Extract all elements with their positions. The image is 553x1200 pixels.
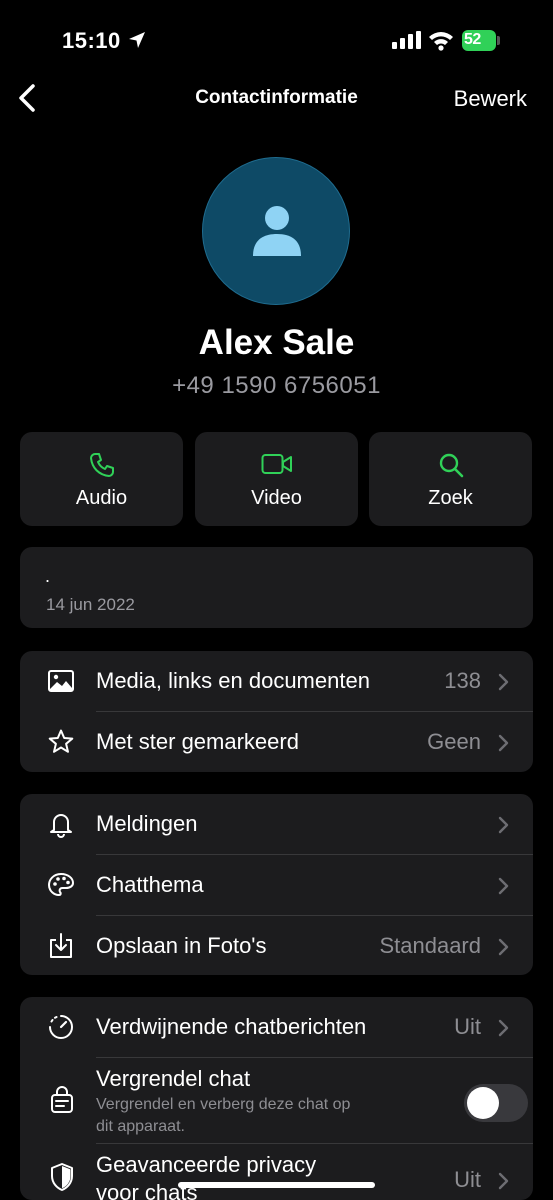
shield-icon xyxy=(51,1163,73,1191)
search-button[interactable]: Zoek xyxy=(369,432,532,526)
star-icon xyxy=(48,729,74,753)
media-count: 138 xyxy=(444,668,481,693)
about-date: 14 jun 2022 xyxy=(46,595,135,614)
about-card[interactable] xyxy=(20,547,533,628)
divider xyxy=(96,1143,533,1144)
edit-button[interactable]: Bewerk xyxy=(454,86,527,112)
about-text: . xyxy=(45,566,51,586)
media-links-docs-row[interactable]: Media, links en documenten 138 xyxy=(20,651,533,711)
lock-chat-subtitle-2: dit apparaat. xyxy=(96,1118,185,1135)
cellular-signal-icon xyxy=(392,31,421,49)
chevron-right-icon xyxy=(498,877,509,895)
wifi-icon xyxy=(429,32,453,51)
bell-icon xyxy=(50,814,72,838)
chevron-right-icon xyxy=(498,1019,509,1037)
person-icon xyxy=(253,206,301,256)
starred-row[interactable]: Met ster gemarkeerd Geen xyxy=(20,712,533,772)
search-label: Zoek xyxy=(428,487,473,509)
chevron-right-icon xyxy=(498,816,509,834)
media-label: Media, links en documenten xyxy=(96,668,370,693)
home-indicator[interactable] xyxy=(178,1182,375,1188)
chevron-right-icon xyxy=(498,734,509,752)
palette-icon xyxy=(47,872,75,897)
chevron-right-icon xyxy=(498,673,509,691)
starred-value: Geen xyxy=(427,729,481,754)
advanced-privacy-value: Uit xyxy=(454,1167,481,1192)
media-group: Media, links en documenten 138 Met ster … xyxy=(20,651,533,772)
video-icon xyxy=(261,454,292,474)
video-call-button[interactable]: Video xyxy=(195,432,358,526)
notifications-row[interactable]: Meldingen xyxy=(20,794,533,854)
video-label: Video xyxy=(251,487,302,509)
save-to-photos-value: Standaard xyxy=(379,933,481,958)
chat-theme-label: Chatthema xyxy=(96,872,204,897)
audio-call-button[interactable]: Audio xyxy=(20,432,183,526)
chevron-right-icon xyxy=(498,1172,509,1190)
settings-group: Meldingen Chatthema Opslaan in Foto's St… xyxy=(20,794,533,975)
audio-label: Audio xyxy=(75,487,128,509)
starred-label: Met ster gemarkeerd xyxy=(96,729,299,754)
save-icon xyxy=(50,933,72,958)
phone-icon xyxy=(89,453,114,477)
status-time: 15:10 xyxy=(62,28,121,53)
battery-indicator: 52 xyxy=(462,30,502,51)
disappearing-label: Verdwijnende chatberichten xyxy=(96,1014,367,1039)
timer-icon xyxy=(49,1015,73,1039)
contact-name: Alex Sale xyxy=(198,323,355,362)
contact-phone[interactable]: +49 1590 6756051 xyxy=(0,372,553,400)
disappearing-value: Uit xyxy=(454,1014,481,1039)
save-to-photos-row[interactable]: Opslaan in Foto's Standaard xyxy=(20,916,533,976)
advanced-privacy-label[interactable]: Geavanceerde privacy xyxy=(96,1152,316,1178)
chat-theme-row[interactable]: Chatthema xyxy=(20,855,533,915)
location-arrow-icon xyxy=(129,32,145,48)
lock-chat-label: Vergrendel chat xyxy=(96,1066,251,1091)
battery-level: 52 xyxy=(464,31,481,48)
search-icon xyxy=(439,453,463,478)
lock-chat-subtitle-1: Vergrendel en verberg deze chat op xyxy=(96,1096,351,1113)
chevron-right-icon xyxy=(498,938,509,956)
save-to-photos-label: Opslaan in Foto's xyxy=(96,933,267,958)
disappearing-messages-row[interactable]: Verdwijnende chatberichten Uit xyxy=(20,997,533,1057)
chat-lock-icon xyxy=(51,1086,73,1113)
notifications-label: Meldingen xyxy=(96,811,198,836)
lock-chat-toggle[interactable] xyxy=(464,1084,528,1122)
avatar[interactable] xyxy=(202,157,350,305)
image-icon xyxy=(48,670,74,692)
